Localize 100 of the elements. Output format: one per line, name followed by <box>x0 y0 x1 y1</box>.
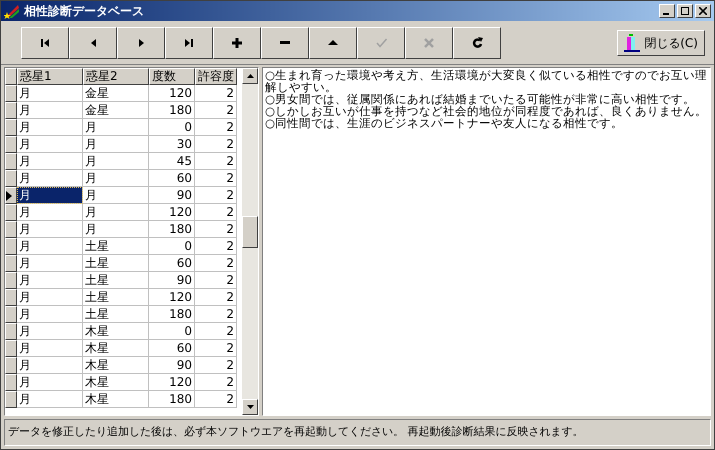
table-cell[interactable]: 2 <box>195 187 237 204</box>
row-indicator[interactable] <box>5 85 17 102</box>
table-cell[interactable]: 2 <box>195 153 237 170</box>
table-cell[interactable]: 2 <box>195 204 237 221</box>
table-cell[interactable]: 2 <box>195 102 237 119</box>
scroll-thumb[interactable] <box>242 216 258 248</box>
table-cell[interactable]: 月 <box>17 340 83 357</box>
close-button[interactable]: 閉じる(C) <box>617 30 705 56</box>
prior-button[interactable] <box>69 26 117 58</box>
column-header[interactable]: 許容度 <box>195 68 237 85</box>
table-cell[interactable]: 月 <box>83 170 149 187</box>
row-indicator[interactable] <box>5 136 17 153</box>
table-cell[interactable]: 2 <box>195 272 237 289</box>
close-button[interactable] <box>695 4 711 18</box>
table-cell[interactable]: 木星 <box>83 391 149 408</box>
table-cell[interactable]: 木星 <box>83 374 149 391</box>
table-cell[interactable]: 月 <box>17 119 83 136</box>
table-cell[interactable]: 月 <box>17 391 83 408</box>
table-cell[interactable]: 月 <box>17 374 83 391</box>
table-cell[interactable]: 金星 <box>83 85 149 102</box>
row-indicator[interactable] <box>5 391 17 408</box>
row-indicator[interactable] <box>5 255 17 272</box>
row-indicator[interactable] <box>5 238 17 255</box>
table-cell[interactable]: 180 <box>149 221 195 238</box>
table-cell[interactable]: 木星 <box>83 340 149 357</box>
table-cell[interactable]: 60 <box>149 340 195 357</box>
row-indicator[interactable] <box>5 357 17 374</box>
table-cell[interactable]: 月 <box>83 119 149 136</box>
table-cell[interactable]: 月 <box>83 187 149 204</box>
table-cell[interactable]: 月 <box>83 221 149 238</box>
table-cell[interactable]: 土星 <box>83 272 149 289</box>
row-indicator[interactable] <box>5 323 17 340</box>
table-cell[interactable]: 2 <box>195 136 237 153</box>
table-cell[interactable]: 木星 <box>83 323 149 340</box>
table-cell[interactable]: 180 <box>149 306 195 323</box>
table-cell[interactable]: 土星 <box>83 238 149 255</box>
table-cell[interactable]: 月 <box>17 272 83 289</box>
table-cell[interactable]: 2 <box>195 255 237 272</box>
table-cell[interactable]: 60 <box>149 255 195 272</box>
table-cell[interactable]: 月 <box>83 153 149 170</box>
column-header[interactable]: 惑星1 <box>17 68 83 85</box>
row-indicator[interactable] <box>5 374 17 391</box>
row-indicator[interactable] <box>5 153 17 170</box>
table-cell[interactable]: 0 <box>149 119 195 136</box>
delete-button[interactable] <box>261 26 309 58</box>
vertical-scrollbar[interactable] <box>242 68 258 415</box>
row-indicator[interactable] <box>5 170 17 187</box>
table-cell[interactable]: 0 <box>149 238 195 255</box>
table-cell[interactable]: 0 <box>149 323 195 340</box>
row-indicator[interactable] <box>5 221 17 238</box>
table-cell[interactable]: 月 <box>83 204 149 221</box>
table-cell[interactable]: 120 <box>149 85 195 102</box>
table-cell[interactable]: 60 <box>149 170 195 187</box>
row-indicator[interactable] <box>5 119 17 136</box>
table-cell[interactable]: 月 <box>17 357 83 374</box>
column-header[interactable]: 惑星2 <box>83 68 149 85</box>
row-indicator[interactable] <box>5 306 17 323</box>
table-cell[interactable]: 2 <box>195 340 237 357</box>
insert-button[interactable] <box>213 26 261 58</box>
table-cell[interactable]: 120 <box>149 374 195 391</box>
table-cell[interactable]: 月 <box>17 187 83 204</box>
memo-field[interactable]: ○生まれ育った環境や考え方、生活環境が大変良く似ている相性ですのでお互い理解しやすい。 ○男女間では、従属関係にあれば結婚までいたる可能性が非常に高い相性です。 ○しかしお互いが仕事を持つなど社会的地位が同程度であれば、良くありません。 ○同性間では、生涯のビジネスパートナーや友人になる相性です。 <box>262 67 711 416</box>
table-cell[interactable]: 月 <box>83 136 149 153</box>
table-cell[interactable]: 2 <box>195 289 237 306</box>
table-cell[interactable]: 90 <box>149 187 195 204</box>
first-button[interactable] <box>21 26 69 58</box>
table-cell[interactable]: 2 <box>195 221 237 238</box>
table-cell[interactable]: 金星 <box>83 102 149 119</box>
minimize-button[interactable] <box>659 4 675 18</box>
row-indicator[interactable] <box>5 102 17 119</box>
table-cell[interactable]: 月 <box>17 255 83 272</box>
table-cell[interactable]: 2 <box>195 323 237 340</box>
table-cell[interactable]: 木星 <box>83 357 149 374</box>
table-cell[interactable]: 月 <box>17 221 83 238</box>
table-cell[interactable]: 90 <box>149 357 195 374</box>
row-indicator[interactable] <box>5 340 17 357</box>
table-cell[interactable]: 2 <box>195 170 237 187</box>
table-cell[interactable]: 30 <box>149 136 195 153</box>
table-cell[interactable]: 土星 <box>83 306 149 323</box>
next-button[interactable] <box>117 26 165 58</box>
maximize-button[interactable] <box>677 4 693 18</box>
table-cell[interactable]: 180 <box>149 391 195 408</box>
table-cell[interactable]: 45 <box>149 153 195 170</box>
table-cell[interactable]: 月 <box>17 85 83 102</box>
row-indicator[interactable] <box>5 204 17 221</box>
refresh-button[interactable] <box>453 26 501 58</box>
table-cell[interactable]: 2 <box>195 306 237 323</box>
table-cell[interactable]: 土星 <box>83 255 149 272</box>
column-header[interactable]: 度数 <box>149 68 195 85</box>
table-cell[interactable]: 2 <box>195 238 237 255</box>
table-cell[interactable]: 2 <box>195 119 237 136</box>
row-indicator[interactable] <box>5 187 17 204</box>
table-cell[interactable]: 土星 <box>83 289 149 306</box>
table-cell[interactable]: 月 <box>17 153 83 170</box>
table-cell[interactable]: 月 <box>17 204 83 221</box>
table-cell[interactable]: 月 <box>17 323 83 340</box>
table-cell[interactable]: 2 <box>195 85 237 102</box>
last-button[interactable] <box>165 26 213 58</box>
table-cell[interactable]: 2 <box>195 391 237 408</box>
table-cell[interactable]: 月 <box>17 238 83 255</box>
